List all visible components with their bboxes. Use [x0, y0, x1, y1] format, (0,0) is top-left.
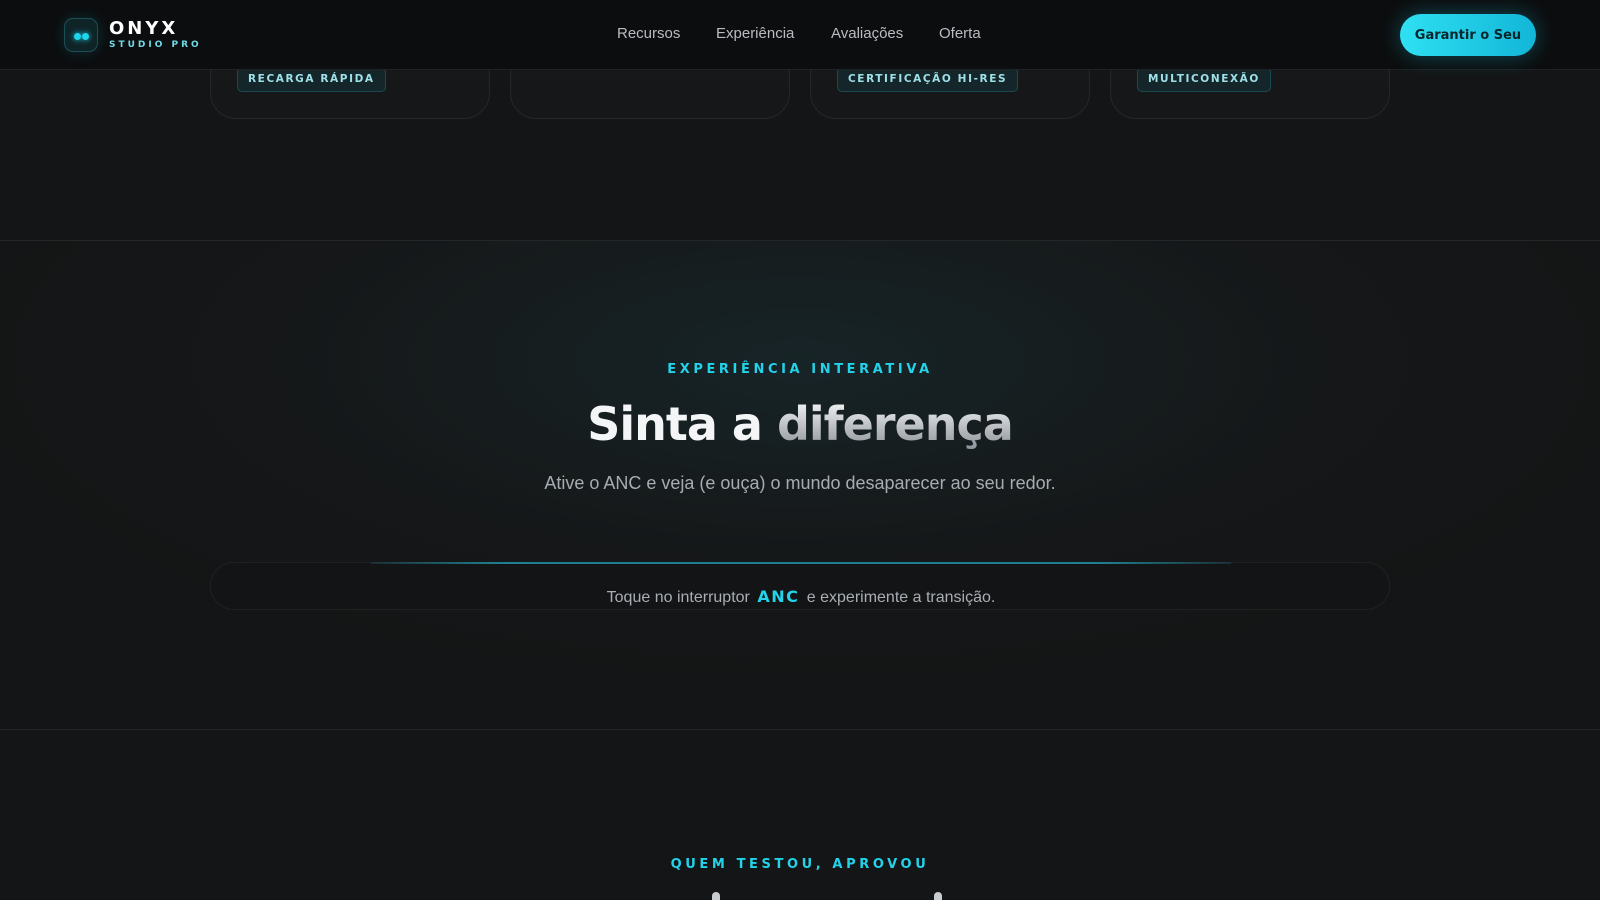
anc-demo-panel[interactable]: Toque no interruptor ANC e experimente a…: [210, 562, 1390, 610]
heading-glyph-top: [712, 892, 720, 900]
nav-link-avaliacoes[interactable]: Avaliações: [831, 25, 903, 42]
nav-link-experiencia[interactable]: Experiência: [716, 25, 794, 42]
heading-glyph-top: [934, 892, 942, 900]
title-plain: Sinta a: [587, 397, 777, 451]
feature-tag: CERTIFICAÇÃO HI-RES: [837, 67, 1019, 92]
anc-glow-line: [371, 562, 1231, 564]
site-header: ONYX STUDIO PRO Recursos Experiência Ava…: [0, 0, 1600, 70]
nav-link-oferta[interactable]: Oferta: [939, 25, 981, 42]
anc-hint-before: Toque no interruptor: [606, 589, 755, 606]
anc-keyword: ANC: [757, 587, 800, 606]
reviews-section: QUEM TESTOU, APROVOU: [0, 731, 1600, 900]
nav-link-recursos[interactable]: Recursos: [617, 25, 680, 42]
landing-page: RECARGA RÁPIDA CERTIFICAÇÃO HI-RES MULTI…: [0, 0, 1600, 900]
feature-tag: RECARGA RÁPIDA: [237, 67, 386, 92]
main-nav: Recursos Experiência Avaliações Oferta: [0, 25, 1600, 45]
anc-hint-after: e experimente a transição.: [802, 589, 996, 606]
section-eyebrow: EXPERIÊNCIA INTERATIVA: [667, 362, 933, 377]
cta-button[interactable]: Garantir o Seu: [1400, 14, 1536, 56]
title-highlight: diferença: [776, 397, 1014, 451]
section-title: Sinta a diferença: [0, 397, 1600, 451]
feature-tag: MULTICONEXÃO: [1137, 67, 1271, 92]
reviews-eyebrow: QUEM TESTOU, APROVOU: [670, 857, 930, 872]
section-subtitle: Ative o ANC e veja (e ouça) o mundo desa…: [544, 473, 1056, 493]
experience-section: EXPERIÊNCIA INTERATIVA Sinta a diferença…: [0, 240, 1600, 730]
anc-hint-text: Toque no interruptor ANC e experimente a…: [211, 587, 1391, 607]
